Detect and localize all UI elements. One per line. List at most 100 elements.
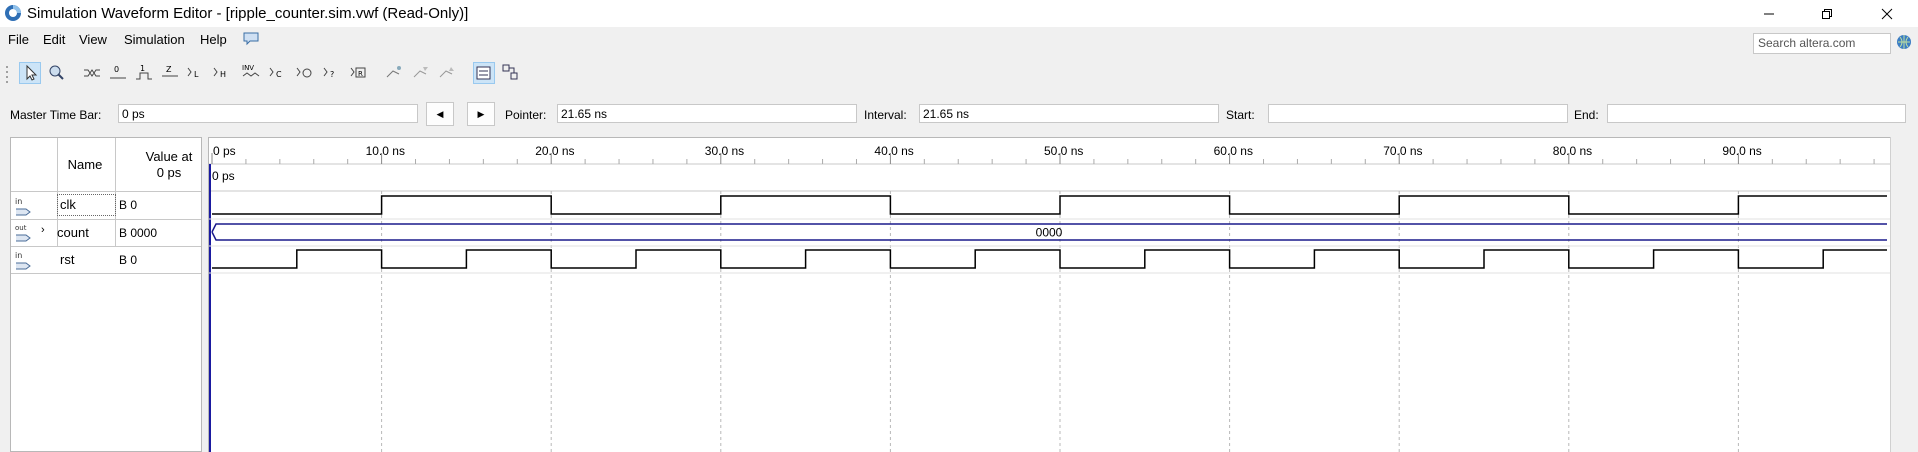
arbitrary-value-icon: ? bbox=[323, 67, 334, 79]
svg-text:C: C bbox=[276, 70, 282, 79]
svg-text:Z: Z bbox=[166, 65, 172, 74]
feedback-icon[interactable] bbox=[243, 32, 259, 46]
clk-waveform bbox=[212, 195, 1887, 215]
interval-field: 21.65 ns bbox=[919, 104, 1219, 123]
signal-list-header: Name Value at 0 ps bbox=[11, 138, 201, 191]
clock-icon bbox=[296, 67, 312, 78]
functional-sim-icon bbox=[476, 66, 491, 80]
weak-high-button[interactable]: H bbox=[212, 62, 234, 84]
weak-high-icon: H bbox=[213, 67, 226, 79]
overwrite-clock-button[interactable] bbox=[295, 62, 317, 84]
svg-text:out: out bbox=[15, 224, 27, 232]
group-button[interactable] bbox=[411, 62, 433, 84]
interval-label: Interval: bbox=[864, 108, 907, 122]
count-value-button[interactable]: C bbox=[268, 62, 290, 84]
weak-low-icon: L bbox=[187, 67, 199, 79]
master-time-bar-label: Master Time Bar: bbox=[10, 108, 102, 122]
search-input[interactable]: Search altera.com bbox=[1753, 33, 1891, 54]
force-low-button[interactable]: 0 bbox=[108, 62, 130, 84]
next-transition-button[interactable]: ▶ bbox=[467, 102, 495, 126]
menu-edit[interactable]: Edit bbox=[43, 32, 65, 47]
invert-icon: INV bbox=[242, 64, 260, 77]
toolbar-grip-icon bbox=[6, 66, 8, 83]
signal-value: B 0000 bbox=[119, 226, 158, 240]
svg-text:1: 1 bbox=[140, 64, 145, 73]
snap-icon bbox=[386, 66, 401, 78]
svg-text:R: R bbox=[358, 70, 363, 78]
restore-button[interactable] bbox=[1804, 0, 1850, 27]
menu-bar: File Edit View Simulation Help bbox=[0, 27, 1918, 53]
svg-text:L: L bbox=[194, 70, 199, 79]
signal-name: rst bbox=[60, 252, 75, 267]
signal-name: clk bbox=[60, 197, 76, 212]
random-values-icon: R bbox=[350, 67, 366, 78]
close-button[interactable] bbox=[1864, 0, 1910, 27]
vertical-scrollbar[interactable] bbox=[1890, 137, 1918, 452]
time-bar: Master Time Bar: 0 ps ◀ ▶ Pointer: 21.65… bbox=[0, 102, 1918, 128]
force-high-icon: 1 bbox=[136, 64, 152, 80]
name-column-header[interactable]: Name bbox=[57, 157, 113, 172]
signal-row-clk[interactable]: in clk B 0 bbox=[11, 192, 201, 219]
start-label: Start: bbox=[1226, 108, 1255, 122]
count-value-icon: C bbox=[269, 67, 282, 79]
waveform-toolbar: 0 1 Z L H INV C ? R bbox=[0, 58, 1918, 90]
expand-chevron-icon[interactable]: › bbox=[41, 224, 45, 236]
ungroup-icon bbox=[439, 67, 454, 78]
menu-view[interactable]: View bbox=[79, 32, 107, 47]
svg-text:in: in bbox=[15, 251, 22, 260]
end-field[interactable] bbox=[1607, 104, 1906, 123]
weak-low-button[interactable]: L bbox=[186, 62, 208, 84]
unknown-x-icon bbox=[84, 69, 100, 77]
waveform-canvas[interactable]: 0 ps 0000 bbox=[209, 138, 1890, 452]
snap-to-grid-button[interactable] bbox=[384, 62, 406, 84]
signal-row-count[interactable]: out › count B 0000 bbox=[11, 220, 201, 246]
random-values-button[interactable]: R bbox=[349, 62, 371, 84]
timing-sim-button[interactable] bbox=[500, 62, 522, 84]
menu-simulation[interactable]: Simulation bbox=[124, 32, 185, 47]
previous-transition-button[interactable]: ◀ bbox=[426, 102, 454, 126]
arbitrary-value-button[interactable]: ? bbox=[322, 62, 344, 84]
signal-value: B 0 bbox=[119, 253, 138, 267]
force-high-button[interactable]: 1 bbox=[134, 62, 156, 84]
value-column-header-line1[interactable]: Value at bbox=[129, 149, 209, 164]
value-column-header-line2[interactable]: 0 ps bbox=[129, 165, 209, 180]
invert-button[interactable]: INV bbox=[241, 62, 263, 84]
minimize-icon bbox=[1764, 13, 1774, 14]
pointer-icon bbox=[26, 64, 38, 81]
menu-file[interactable]: File bbox=[8, 32, 29, 47]
start-field[interactable] bbox=[1268, 104, 1568, 123]
functional-sim-button[interactable] bbox=[473, 62, 495, 84]
signal-value: B 0 bbox=[119, 198, 138, 212]
high-impedance-button[interactable]: Z bbox=[160, 62, 182, 84]
signal-name: count bbox=[57, 225, 89, 240]
zoom-icon bbox=[49, 65, 64, 80]
input-pin-icon: in bbox=[15, 251, 31, 270]
input-pin-icon: in bbox=[15, 197, 31, 216]
title-bar: Simulation Waveform Editor - [ripple_cou… bbox=[0, 0, 1918, 27]
count-bus-value: 0000 bbox=[1036, 226, 1063, 240]
window-title: Simulation Waveform Editor - [ripple_cou… bbox=[27, 5, 469, 22]
right-arrow-icon: ▶ bbox=[477, 108, 485, 119]
output-pin-icon: out bbox=[15, 224, 31, 242]
force-low-icon: 0 bbox=[110, 65, 126, 79]
restore-icon bbox=[1822, 8, 1832, 19]
zoom-tool-button[interactable] bbox=[46, 62, 68, 84]
left-arrow-icon: ◀ bbox=[436, 108, 444, 119]
menu-help[interactable]: Help bbox=[200, 32, 227, 47]
pointer-field: 21.65 ns bbox=[557, 104, 857, 123]
waveform-panel[interactable]: 0 ps 10.0 ns 20.0 ns 30.0 ns 40.0 ns 50.0 ns 6… bbox=[208, 137, 1918, 452]
ungroup-button[interactable] bbox=[437, 62, 459, 84]
minimize-button[interactable] bbox=[1746, 0, 1792, 27]
svg-text:H: H bbox=[220, 70, 226, 79]
high-impedance-icon: Z bbox=[162, 65, 178, 77]
timing-sim-icon bbox=[502, 64, 518, 80]
svg-text:in: in bbox=[15, 197, 22, 206]
master-time-bar-field[interactable]: 0 ps bbox=[118, 104, 418, 123]
globe-icon[interactable] bbox=[1896, 34, 1912, 50]
selection-tool-button[interactable] bbox=[19, 62, 41, 84]
force-unknown-button[interactable] bbox=[82, 62, 104, 84]
signal-list-panel: Name Value at 0 ps in clk B 0 out › coun… bbox=[10, 137, 202, 452]
group-icon bbox=[413, 67, 428, 78]
signal-row-rst[interactable]: in rst B 0 bbox=[11, 247, 201, 273]
quartus-app-icon bbox=[5, 5, 21, 21]
